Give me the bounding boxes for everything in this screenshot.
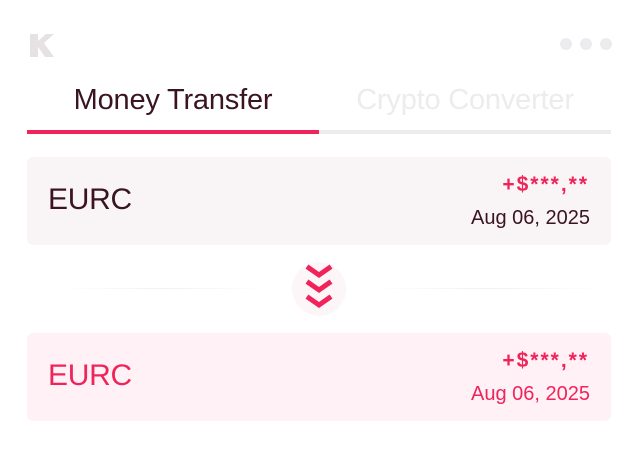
tab-money-transfer[interactable]: Money Transfer (27, 70, 319, 134)
window-dot (580, 38, 592, 50)
double-chevron-down-icon (305, 264, 333, 309)
from-currency-label: EURC (48, 183, 132, 216)
window-dot (560, 38, 572, 50)
to-date: Aug 06, 2025 (471, 383, 590, 405)
from-date: Aug 06, 2025 (471, 207, 590, 229)
to-currency-card[interactable]: EURC +$***,** Aug 06, 2025 (27, 333, 611, 421)
window-dots-icon (560, 38, 612, 50)
to-currency-label: EURC (48, 359, 132, 392)
tab-crypto-converter[interactable]: Crypto Converter (319, 70, 611, 134)
divider-left (60, 288, 270, 289)
to-amount: +$***,** (502, 349, 589, 372)
tab-bar: Money Transfer Crypto Converter (27, 70, 611, 134)
window-dot (600, 38, 612, 50)
from-amount: +$***,** (502, 173, 589, 196)
swap-button[interactable] (292, 262, 346, 316)
from-currency-card[interactable]: EURC +$***,** Aug 06, 2025 (27, 157, 611, 245)
brand-logo-icon (26, 30, 56, 60)
divider-right (368, 288, 608, 289)
